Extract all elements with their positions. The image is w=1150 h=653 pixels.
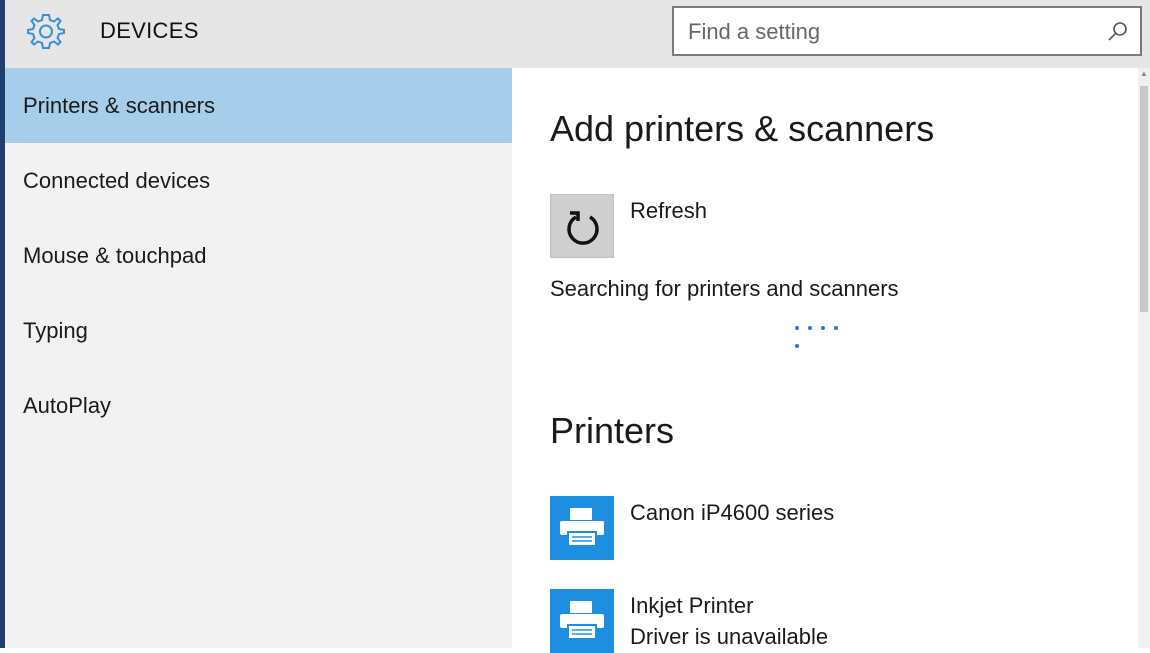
printer-name[interactable]: Inkjet Printer (630, 593, 754, 619)
sidebar-item-typing[interactable]: Typing (5, 293, 512, 368)
printer-icon (560, 508, 604, 547)
searching-status: Searching for printers and scanners (550, 276, 899, 301)
refresh-icon (567, 211, 599, 245)
sidebar-item-printers-scanners[interactable]: Printers & scanners (5, 68, 512, 143)
sidebar-item-label: Typing (23, 318, 88, 343)
sidebar-item-label: Mouse & touchpad (23, 243, 207, 268)
printer-tile-canon[interactable] (550, 496, 614, 560)
refresh-button[interactable] (550, 194, 614, 258)
search-box[interactable] (672, 6, 1142, 56)
add-printers-heading: Add printers & scanners (550, 108, 935, 149)
sidebar-item-label: Printers & scanners (23, 93, 215, 118)
sidebar-item-label: Connected devices (23, 168, 211, 193)
printers-heading: Printers (550, 410, 675, 451)
page-title: DEVICES (100, 18, 199, 43)
search-icon[interactable] (1106, 20, 1130, 44)
gear-icon (27, 14, 65, 49)
sidebar-item-autoplay[interactable]: AutoPlay (5, 368, 512, 443)
search-input[interactable] (688, 17, 1088, 47)
printer-status: Driver is unavailable (630, 624, 829, 649)
printer-tile-inkjet[interactable] (550, 589, 614, 653)
progress-indicator (795, 317, 855, 348)
sidebar-item-label: AutoPlay (23, 393, 112, 418)
main-content: Add printers & scanners Refresh Searchin… (512, 68, 1138, 653)
printer-name[interactable]: Canon iP4600 series (630, 500, 834, 526)
sidebar-item-connected-devices[interactable]: Connected devices (5, 143, 512, 218)
refresh-label[interactable]: Refresh (630, 198, 707, 224)
sidebar-item-mouse-touchpad[interactable]: Mouse & touchpad (5, 218, 512, 293)
header-bar: DEVICES (5, 0, 1150, 68)
printer-icon (560, 601, 604, 640)
scroll-thumb[interactable] (1140, 86, 1148, 312)
vertical-scrollbar[interactable]: ▲ (1138, 68, 1150, 648)
scroll-up-arrow-icon[interactable]: ▲ (1140, 70, 1148, 78)
sidebar: Printers & scanners Connected devices Mo… (5, 68, 512, 648)
